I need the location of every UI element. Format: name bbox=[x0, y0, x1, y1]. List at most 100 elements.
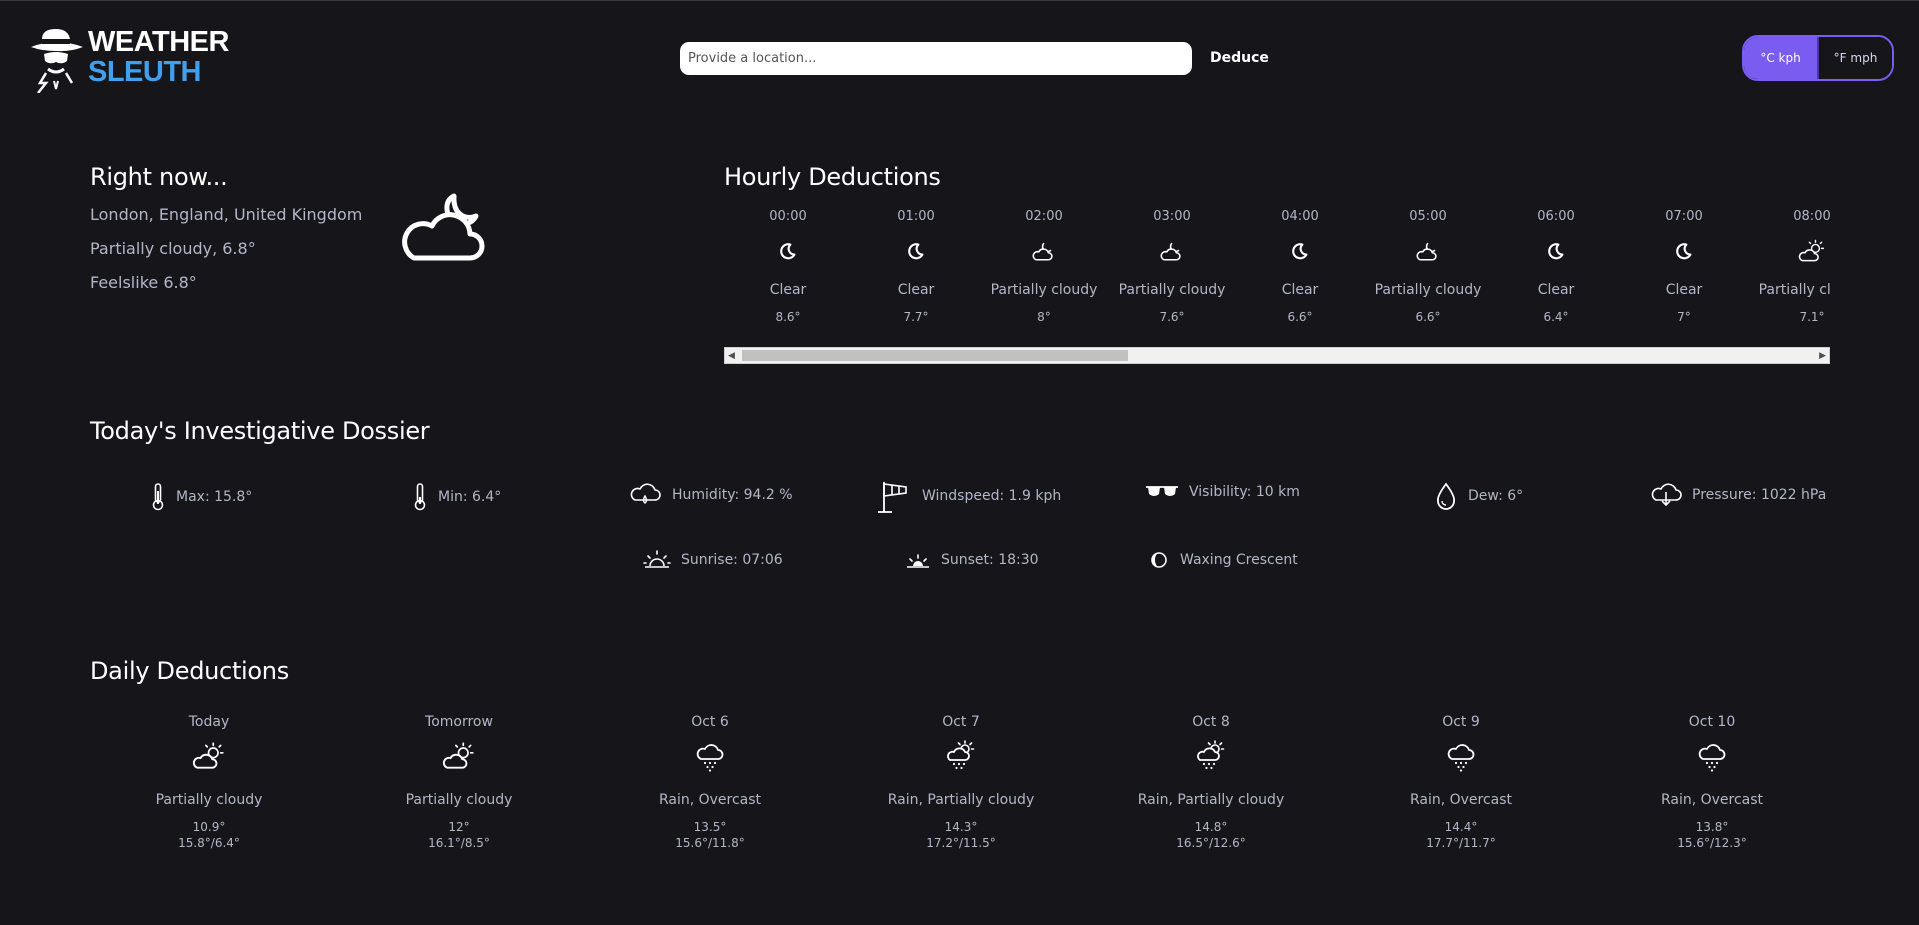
sunglasses-icon bbox=[1146, 486, 1178, 496]
hourly-time: 02:00 bbox=[1025, 209, 1063, 224]
daily-condition: Partially cloudy bbox=[405, 792, 513, 808]
daily-item: Oct 10 Rain, Overcast 13.8° 15.6°/12.3° bbox=[1612, 714, 1812, 851]
detective-icon bbox=[31, 29, 83, 93]
hourly-item: 06:00 Clear 6.4° bbox=[1492, 206, 1620, 324]
location-search-input[interactable] bbox=[680, 42, 1192, 75]
hourly-condition: Clear bbox=[769, 282, 807, 298]
daily-item: Oct 7 Rain, Partially cloudy 14.3° 17.2°/11… bbox=[861, 714, 1061, 851]
hourly-temp: 7.7° bbox=[903, 310, 929, 324]
dossier-title: Today's Investigative Dossier bbox=[90, 417, 430, 445]
hourly-title: Hourly Deductions bbox=[724, 163, 941, 191]
scroll-left-arrow[interactable]: ◀ bbox=[728, 351, 735, 361]
daily-item: Tomorrow Partially cloudy 12° 16.1°/8.5° bbox=[359, 714, 559, 851]
logo-word-sleuth: SLEUTH bbox=[88, 56, 201, 88]
daily-temp: 10.9° bbox=[192, 820, 226, 834]
hourly-condition: Partially cloudy bbox=[1374, 282, 1482, 298]
hourly-item: 04:00 Clear 6.6° bbox=[1236, 206, 1364, 324]
daily-temp: 14.3° bbox=[944, 820, 978, 834]
scrollbar-thumb[interactable] bbox=[742, 350, 1128, 361]
stat-moon-phase-label: Waxing Crescent bbox=[1180, 552, 1298, 568]
rain-icon bbox=[1695, 740, 1729, 772]
hourly-item: 05:00 Partially cloudy 6.6° bbox=[1364, 206, 1492, 324]
hourly-condition: Clear bbox=[1281, 282, 1319, 298]
daily-day: Today bbox=[188, 714, 230, 730]
daily-condition: Rain, Partially cloudy bbox=[887, 792, 1035, 808]
hourly-time: 04:00 bbox=[1281, 209, 1319, 224]
hourly-time: 00:00 bbox=[769, 209, 807, 224]
logo-word-weather: WEATHER bbox=[88, 26, 229, 58]
stat-sunset: Sunset: 18:30 bbox=[905, 549, 1039, 571]
daily-range: 15.6°/12.3° bbox=[1677, 836, 1747, 850]
daily-condition: Rain, Overcast bbox=[658, 792, 762, 808]
hourly-time: 05:00 bbox=[1409, 209, 1447, 224]
stat-sunset-label: Sunset: 18:30 bbox=[941, 552, 1039, 568]
partly-cloudy-day-icon bbox=[1798, 236, 1826, 266]
partly-cloudy-night-icon bbox=[402, 193, 485, 261]
unit-metric-button[interactable]: °C kph bbox=[1744, 37, 1817, 79]
partly-cloudy-night-icon bbox=[1030, 236, 1058, 266]
stat-moon-phase: Waxing Crescent bbox=[1148, 549, 1298, 571]
hourly-condition: Clear bbox=[1537, 282, 1575, 298]
stat-dew-label: Dew: 6° bbox=[1468, 488, 1524, 504]
daily-temp: 13.8° bbox=[1695, 820, 1729, 834]
partly-cloudy-night-icon bbox=[1158, 236, 1186, 266]
daily-day: Oct 8 bbox=[1192, 714, 1230, 730]
daily-range: 16.5°/12.6° bbox=[1176, 836, 1246, 850]
daily-temp: 14.8° bbox=[1194, 820, 1228, 834]
current-weather: Right now... London, England, United Kin… bbox=[90, 163, 362, 292]
unit-imperial-button[interactable]: °F mph bbox=[1817, 37, 1892, 79]
hourly-time: 03:00 bbox=[1153, 209, 1191, 224]
stat-pressure-label: Pressure: 1022 hPa bbox=[1692, 487, 1827, 503]
daily-temp: 14.4° bbox=[1444, 820, 1478, 834]
scroll-right-arrow[interactable]: ▶ bbox=[1819, 351, 1826, 361]
hourly-scroller[interactable]: 00:00 Clear 8.6° 01:00 Clear 7.7° 02:00 Partial… bbox=[724, 206, 1830, 346]
clear-night-icon bbox=[1542, 236, 1570, 266]
daily-item: Oct 9 Rain, Overcast 14.4° 17.7°/11.7° bbox=[1361, 714, 1561, 851]
daily-day: Oct 10 bbox=[1688, 714, 1736, 730]
hourly-temp: 7° bbox=[1677, 310, 1691, 324]
daily-condition: Rain, Overcast bbox=[1660, 792, 1764, 808]
stat-dew: Dew: 6° bbox=[1434, 481, 1523, 511]
partly-cloudy-night-icon bbox=[1414, 236, 1442, 266]
hourly-time: 07:00 bbox=[1665, 209, 1703, 224]
hourly-condition: Partially cloudy bbox=[1758, 282, 1830, 298]
hourly-temp: 6.6° bbox=[1287, 310, 1313, 324]
deduce-button[interactable]: Deduce bbox=[1210, 45, 1269, 71]
hourly-item: 01:00 Clear 7.7° bbox=[852, 206, 980, 324]
daily-condition: Rain, Overcast bbox=[1409, 792, 1513, 808]
stat-visibility-label: Visibility: 10 km bbox=[1189, 484, 1300, 500]
daily-day: Oct 7 bbox=[942, 714, 980, 730]
rain-icon bbox=[693, 740, 727, 772]
daily-range: 17.7°/11.7° bbox=[1426, 836, 1496, 850]
daily-title: Daily Deductions bbox=[90, 657, 289, 685]
hourly-temp: 7.1° bbox=[1799, 310, 1825, 324]
hourly-temp: 8.6° bbox=[775, 310, 801, 324]
hourly-condition: Clear bbox=[1665, 282, 1703, 298]
stat-pressure: Pressure: 1022 hPa bbox=[1650, 482, 1826, 508]
stat-max: Max: 15.8° bbox=[150, 482, 252, 512]
stat-windspeed: Windspeed: 1.9 kph bbox=[876, 478, 1061, 514]
stat-sunrise-label: Sunrise: 07:06 bbox=[681, 552, 783, 568]
hourly-scrollbar[interactable]: ◀ ▶ bbox=[724, 347, 1830, 364]
hourly-time: 08:00 bbox=[1793, 209, 1830, 224]
hourly-temp: 6.6° bbox=[1415, 310, 1441, 324]
hourly-condition: Clear bbox=[897, 282, 935, 298]
daily-day: Oct 6 bbox=[691, 714, 729, 730]
hourly-time: 01:00 bbox=[897, 209, 935, 224]
daily-condition: Partially cloudy bbox=[155, 792, 263, 808]
sunrise-icon bbox=[643, 550, 671, 568]
pressure-icon bbox=[1651, 483, 1682, 507]
droplet-icon bbox=[1437, 482, 1455, 510]
rain-icon bbox=[1444, 740, 1478, 772]
daily-range: 16.1°/8.5° bbox=[428, 836, 490, 850]
hourly-item: 00:00 Clear 8.6° bbox=[724, 206, 852, 324]
hourly-item: 02:00 Partially cloudy 8° bbox=[980, 206, 1108, 324]
app-logo[interactable]: WEATHER SLEUTH bbox=[28, 25, 229, 95]
daily-temp: 12° bbox=[448, 820, 470, 834]
hourly-item: 07:00 Clear 7° bbox=[1620, 206, 1748, 324]
stat-min: Min: 6.4° bbox=[412, 482, 501, 512]
stat-min-label: Min: 6.4° bbox=[438, 489, 502, 505]
current-weather-title: Right now... bbox=[90, 163, 228, 191]
sunset-icon bbox=[907, 554, 929, 568]
stat-max-label: Max: 15.8° bbox=[176, 489, 253, 505]
